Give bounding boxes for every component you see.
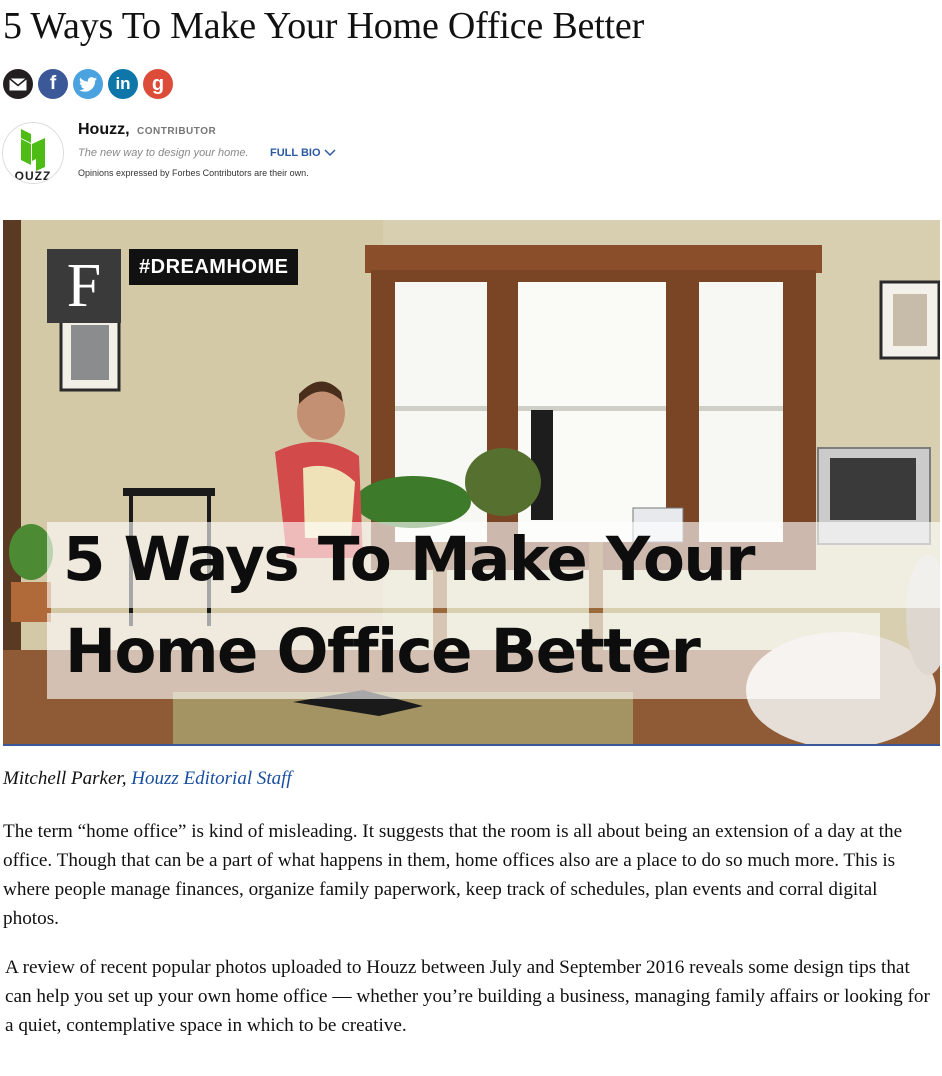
chevron-down-icon bbox=[323, 149, 336, 157]
twitter-bird-icon bbox=[79, 76, 97, 92]
envelope-icon bbox=[9, 77, 27, 90]
facebook-share-button[interactable]: f bbox=[38, 69, 68, 99]
author-role: CONTRIBUTOR bbox=[137, 126, 217, 137]
email-share-button[interactable] bbox=[3, 69, 33, 99]
photo-credit: Mitchell Parker, Houzz Editorial Staff bbox=[3, 768, 292, 790]
full-bio-label: FULL BIO bbox=[270, 147, 321, 159]
author-tagline: The new way to design your home. bbox=[78, 147, 249, 159]
hero-divider bbox=[3, 744, 940, 746]
dreamhome-tag[interactable]: #DREAMHOME bbox=[129, 249, 299, 285]
linkedin-icon: in bbox=[115, 74, 131, 93]
full-bio-toggle[interactable]: FULL BIO bbox=[270, 147, 336, 159]
overlay-title-line-2: Home Office Better bbox=[65, 616, 701, 687]
forbes-logo: F bbox=[47, 249, 121, 323]
overlay-title-line-1: 5 Ways To Make Your bbox=[63, 524, 755, 595]
twitter-share-button[interactable] bbox=[73, 69, 103, 99]
linkedin-share-button[interactable]: in bbox=[108, 69, 138, 99]
credit-affiliation-link[interactable]: Houzz Editorial Staff bbox=[131, 768, 291, 789]
facebook-icon: f bbox=[49, 73, 57, 94]
body-paragraph-2: A review of recent popular photos upload… bbox=[5, 957, 930, 1036]
hero-image: F #DREAMHOME 5 Ways To Make Your Home Of… bbox=[3, 220, 940, 745]
contributor-disclaimer: Opinions expressed by Forbes Contributor… bbox=[78, 168, 309, 178]
share-bar: f in g bbox=[3, 69, 173, 99]
google-icon: g bbox=[151, 72, 165, 95]
google-plus-share-button[interactable]: g bbox=[143, 69, 173, 99]
avatar-wordmark: OUZZ bbox=[14, 169, 52, 183]
author-name[interactable]: Houzz, bbox=[78, 121, 130, 139]
author-avatar[interactable]: OUZZ bbox=[2, 122, 64, 184]
body-paragraph-1: The term “home office” is kind of mislea… bbox=[3, 821, 903, 929]
credit-author: Mitchell Parker, bbox=[3, 768, 127, 789]
article-title: 5 Ways To Make Your Home Office Better bbox=[3, 5, 645, 47]
